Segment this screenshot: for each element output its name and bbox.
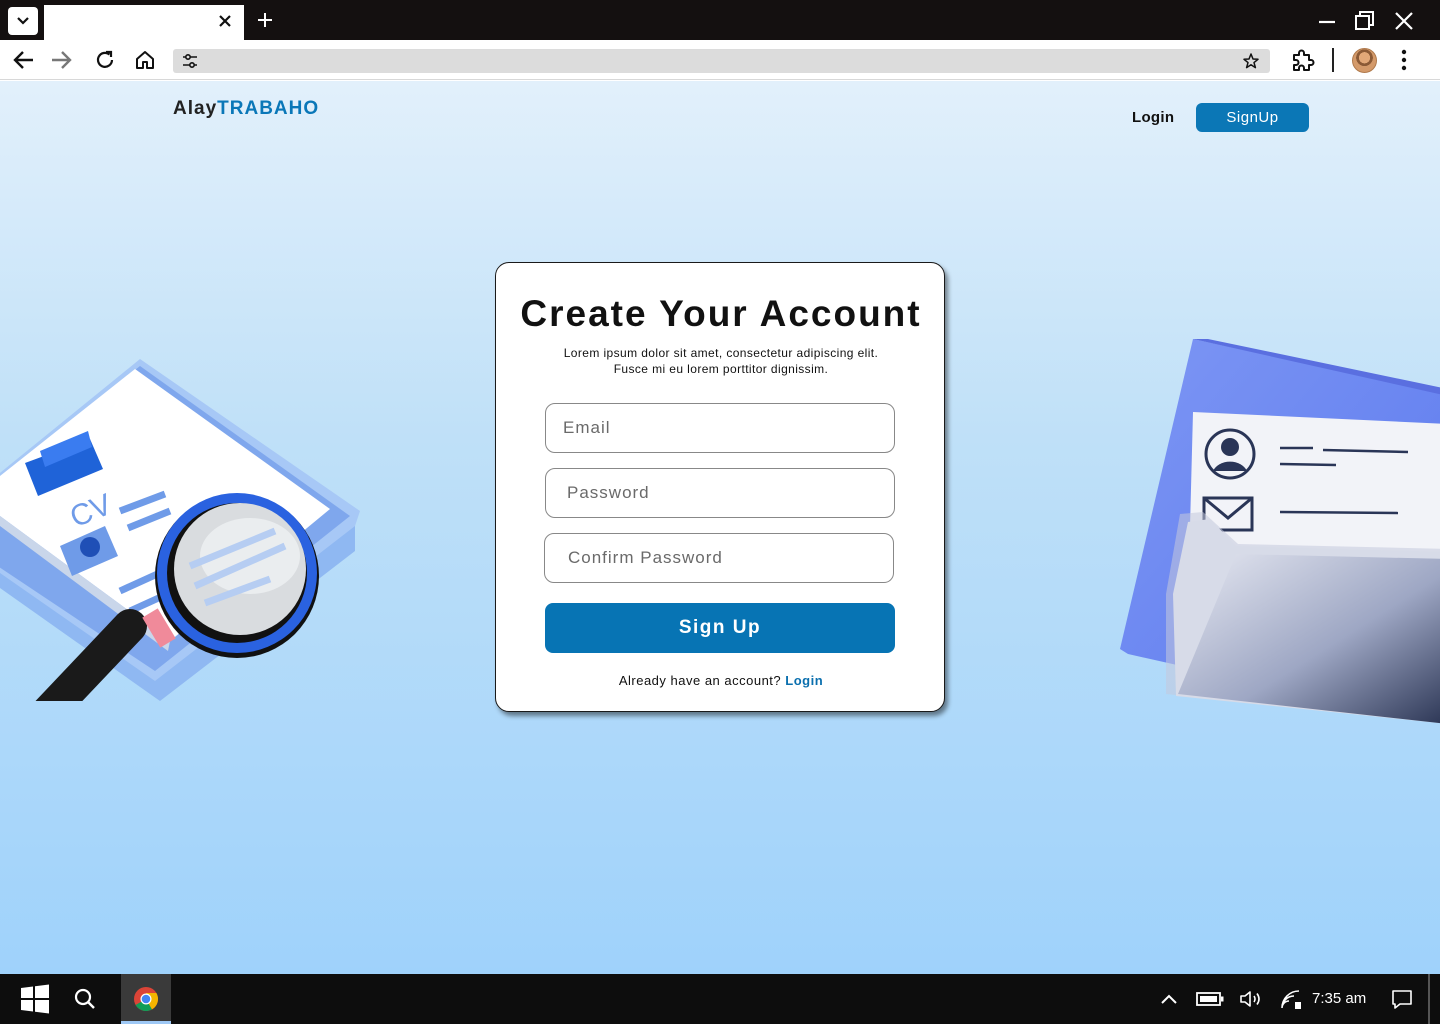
volume-icon — [1240, 991, 1260, 1007]
home-button[interactable] — [132, 47, 158, 73]
close-window-button[interactable] — [1391, 8, 1417, 34]
chevron-up-icon — [1161, 994, 1177, 1004]
restore-button[interactable] — [1352, 8, 1378, 34]
search-button[interactable] — [62, 974, 108, 1024]
already-account-text: Already have an account? Login — [496, 673, 946, 688]
notification-icon — [1392, 990, 1412, 1009]
battery-button[interactable] — [1194, 974, 1226, 1024]
start-button[interactable] — [10, 974, 60, 1024]
signup-card: Create Your Account Lorem ipsum dolor si… — [495, 262, 945, 712]
nav-signup-button[interactable]: SignUp — [1196, 103, 1309, 132]
address-bar[interactable] — [173, 49, 1270, 73]
reload-icon — [96, 50, 114, 68]
arrow-right-icon — [52, 51, 72, 69]
forward-button[interactable] — [48, 47, 74, 73]
arrow-left-icon — [13, 51, 33, 69]
browser-tab[interactable] — [44, 5, 244, 40]
page-content: AlayTRABAHO Login SignUp CV Create Your … — [0, 81, 1440, 974]
toolbar-divider — [1332, 48, 1334, 72]
puzzle-icon — [1293, 49, 1315, 71]
extensions-button[interactable] — [1290, 47, 1316, 73]
more-vertical-icon — [1401, 49, 1407, 71]
subtitle-line-2: Fusce mi eu lorem porttitor dignissim. — [613, 362, 829, 376]
chrome-icon — [134, 987, 159, 1012]
notifications-button[interactable] — [1388, 974, 1416, 1024]
email-field[interactable] — [545, 403, 895, 453]
site-logo[interactable]: AlayTRABAHO — [173, 98, 319, 120]
volume-button[interactable] — [1238, 974, 1264, 1024]
subtitle: Lorem ipsum dolor sit amet, consectetur … — [521, 345, 921, 377]
folder-profile-illustration — [1120, 339, 1440, 724]
tab-search-button[interactable] — [8, 7, 38, 35]
password-field[interactable] — [545, 468, 895, 518]
windows-icon — [21, 984, 49, 1014]
star-icon[interactable] — [1242, 52, 1260, 70]
taskbar: 7:35 am — [0, 974, 1440, 1024]
subtitle-line-1: Lorem ipsum dolor sit amet, consectetur … — [563, 346, 879, 360]
restore-icon — [1355, 11, 1374, 30]
nav-login-link[interactable]: Login — [1132, 109, 1174, 126]
confirm-password-field[interactable] — [544, 533, 894, 583]
close-icon — [219, 15, 231, 27]
network-button[interactable] — [1277, 974, 1305, 1024]
profile-avatar[interactable] — [1352, 48, 1377, 73]
show-desktop-button[interactable] — [1428, 974, 1430, 1024]
already-account-label: Already have an account? — [618, 673, 782, 688]
battery-icon — [1196, 992, 1224, 1006]
search-icon — [74, 988, 95, 1009]
new-tab-button[interactable] — [254, 9, 276, 31]
logo-part-1: Alay — [173, 98, 218, 119]
cv-clipboard-illustration: CV — [0, 359, 360, 701]
browser-tab-bar — [0, 0, 1440, 40]
signup-submit-button[interactable]: Sign Up — [545, 603, 895, 653]
taskbar-clock[interactable]: 7:35 am — [1312, 990, 1366, 1007]
close-icon — [1395, 12, 1413, 30]
logo-part-2: TRABAHO — [217, 98, 320, 119]
show-hidden-icons-button[interactable] — [1156, 974, 1182, 1024]
minimize-icon — [1319, 20, 1335, 24]
tab-close-button[interactable] — [216, 11, 234, 31]
tune-icon[interactable] — [181, 52, 199, 70]
wifi-icon — [1281, 990, 1301, 1009]
back-button[interactable] — [11, 47, 37, 73]
page-title: Create Your Account — [520, 293, 922, 334]
reload-button[interactable] — [92, 47, 118, 73]
chrome-taskbar-button[interactable] — [121, 974, 171, 1024]
login-link[interactable]: Login — [785, 673, 823, 688]
menu-button[interactable] — [1391, 47, 1417, 73]
minimize-button[interactable] — [1314, 8, 1340, 34]
plus-icon — [258, 13, 272, 27]
home-icon — [136, 51, 154, 69]
chevron-down-icon — [17, 17, 29, 25]
